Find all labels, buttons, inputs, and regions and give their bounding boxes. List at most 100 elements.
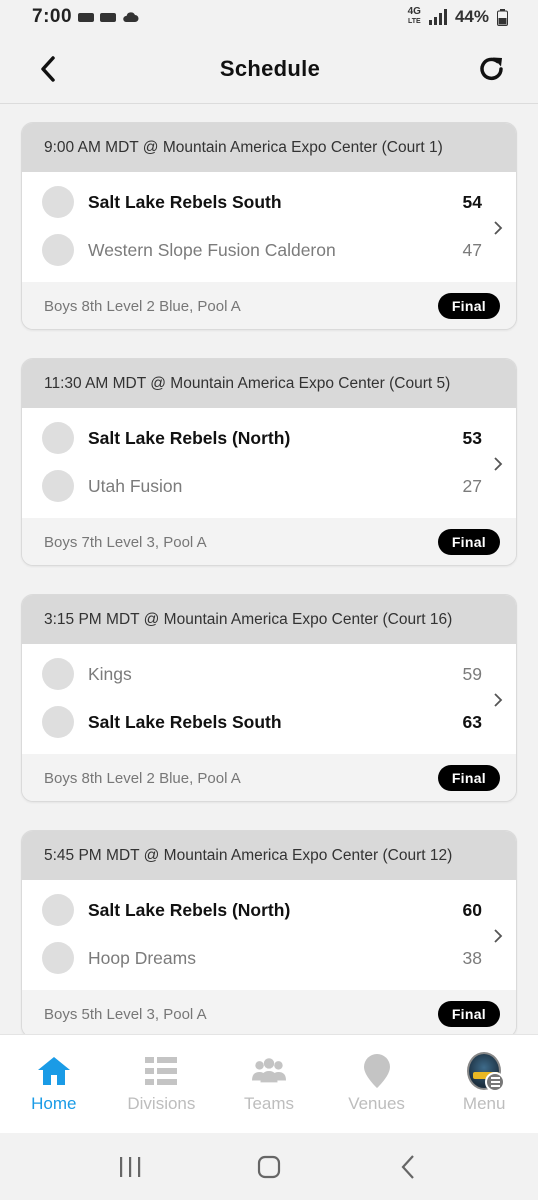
notification-icon [78,12,95,22]
notification-icon [100,12,117,22]
status-badge: Final [437,765,500,791]
system-back-button[interactable] [388,1147,428,1187]
team-score: 60 [462,899,482,920]
network-sub-label: LTE [407,18,421,25]
chevron-right-icon [494,221,503,235]
home-icon [37,1054,71,1088]
team-name: Salt Lake Rebels (North) [88,899,291,920]
home-square-icon [257,1155,281,1178]
recent-apps-icon [119,1156,140,1177]
division-label: Boys 5th Level 3, Pool A [44,1005,207,1023]
chevron-right-icon [494,693,503,707]
team-row: Salt Lake Rebels South 63 [22,698,516,746]
team-score: 47 [462,239,482,260]
games-list: 9:00 AM MDT @ Mountain America Expo Cent… [21,122,517,1066]
nav-item-venues[interactable]: Venues [323,1035,431,1133]
system-nav-bar [0,1133,538,1200]
battery-icon [497,8,508,26]
game-footer: Boys 7th Level 3, Pool A Final [22,518,516,565]
status-left: 7:00 [32,6,139,28]
team-score: 38 [462,947,482,968]
game-body: Kings 59 Salt Lake Rebels South 63 [22,644,516,754]
status-right: 4G LTE 44% [408,7,508,27]
game-footer: Boys 8th Level 2 Blue, Pool A Final [22,754,516,801]
team-avatar [42,942,74,974]
team-name: Hoop Dreams [88,947,196,968]
recent-apps-button[interactable] [110,1147,150,1187]
nav-label: Teams [243,1094,295,1113]
team-row: Utah Fusion 27 [22,462,516,510]
team-row: Salt Lake Rebels (North) 53 [22,414,516,462]
bottom-nav: Home Divisions Teams Venues Menu [0,1034,538,1133]
team-avatar [42,234,74,266]
division-label: Boys 8th Level 2 Blue, Pool A [44,769,241,787]
team-name: Western Slope Fusion Calderon [88,239,336,260]
team-name: Salt Lake Rebels South [88,191,282,212]
signal-icon [428,9,447,25]
nav-label: Home [31,1094,77,1113]
nav-item-teams[interactable]: Teams [215,1035,323,1133]
team-avatar [42,470,74,502]
back-arrow-icon [401,1154,415,1179]
chevron-right-icon [494,457,503,471]
team-avatar [42,422,74,454]
nav-label: Venues [348,1094,405,1113]
network-indicator: 4G LTE [408,7,421,27]
nav-item-menu[interactable]: Menu [430,1035,538,1133]
team-score: 54 [462,191,482,212]
team-row: Kings 59 [22,650,516,698]
status-time: 7:00 [32,6,73,27]
team-avatar [42,186,74,218]
battery-percent: 44% [454,7,489,26]
team-score: 63 [462,711,482,732]
nav-label: Divisions [127,1094,196,1113]
nav-label: Menu [462,1094,506,1113]
game-card[interactable]: 3:15 PM MDT @ Mountain America Expo Cent… [21,594,517,802]
refresh-button[interactable] [474,51,510,87]
team-row: Salt Lake Rebels South 54 [22,178,516,226]
game-card[interactable]: 11:30 AM MDT @ Mountain America Expo Cen… [21,358,517,566]
game-time-venue: 11:30 AM MDT @ Mountain America Expo Cen… [22,359,516,408]
nav-item-home[interactable]: Home [0,1035,108,1133]
division-label: Boys 7th Level 3, Pool A [44,533,207,551]
team-name: Salt Lake Rebels South [88,711,282,732]
game-time-venue: 5:45 PM MDT @ Mountain America Expo Cent… [22,831,516,880]
game-body: Salt Lake Rebels (North) 53 Utah Fusion … [22,408,516,518]
hamburger-icon [485,1072,506,1092]
list-icon [144,1054,178,1088]
people-icon [251,1054,286,1088]
team-row: Western Slope Fusion Calderon 47 [22,226,516,274]
game-footer: Boys 8th Level 2 Blue, Pool A Final [22,282,516,329]
menu-avatar-icon [467,1052,506,1092]
network-label: 4G [407,6,421,17]
avatar [467,1052,506,1092]
game-time-venue: 3:15 PM MDT @ Mountain America Expo Cent… [22,595,516,644]
game-card[interactable]: 9:00 AM MDT @ Mountain America Expo Cent… [21,122,517,330]
chevron-left-icon [41,55,55,82]
home-system-button[interactable] [249,1147,289,1187]
back-button[interactable] [30,51,66,87]
game-time-venue: 9:00 AM MDT @ Mountain America Expo Cent… [22,123,516,172]
nav-item-divisions[interactable]: Divisions [108,1035,216,1133]
team-avatar [42,706,74,738]
status-badge: Final [437,1001,500,1027]
game-card[interactable]: 5:45 PM MDT @ Mountain America Expo Cent… [21,830,517,1038]
game-body: Salt Lake Rebels (North) 60 Hoop Dreams … [22,880,516,990]
division-label: Boys 8th Level 2 Blue, Pool A [44,297,241,315]
app-header: Schedule [0,34,538,104]
game-footer: Boys 5th Level 3, Pool A Final [22,990,516,1037]
game-body: Salt Lake Rebels South 54 Western Slope … [22,172,516,282]
team-row: Hoop Dreams 38 [22,934,516,982]
page-title: Schedule [219,55,321,81]
team-name: Salt Lake Rebels (North) [88,427,291,448]
team-name: Kings [88,663,132,684]
team-row: Salt Lake Rebels (North) 60 [22,886,516,934]
team-avatar [42,658,74,690]
team-score: 53 [462,427,482,448]
status-badge: Final [437,529,500,555]
status-badge: Final [437,293,500,319]
chevron-right-icon [494,929,503,943]
team-name: Utah Fusion [88,475,183,496]
team-score: 59 [462,663,482,684]
weather-icon [123,12,139,22]
